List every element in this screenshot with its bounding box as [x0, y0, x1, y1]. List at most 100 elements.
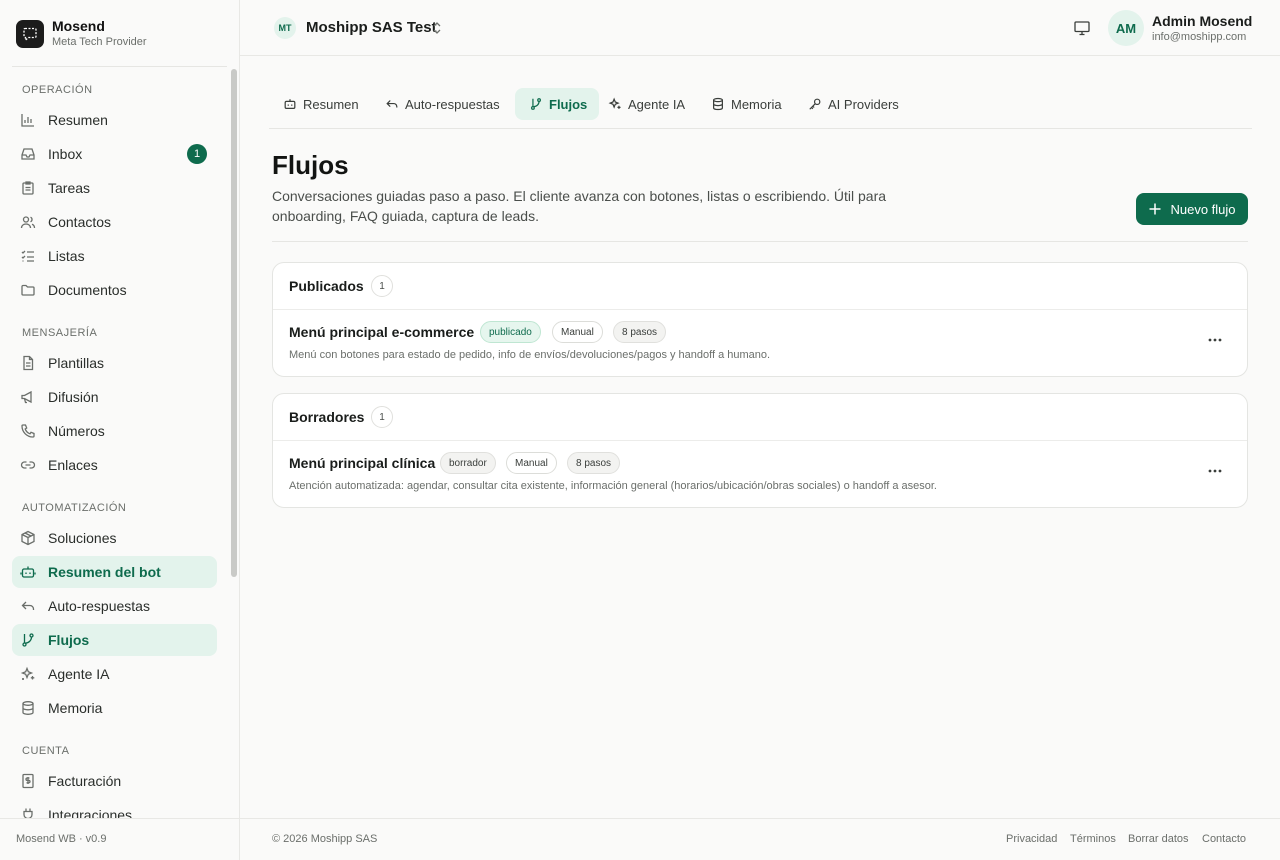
bot-icon: [20, 564, 36, 580]
tab-ai-providers[interactable]: AI Providers: [794, 88, 911, 120]
tab-resumen[interactable]: Resumen: [269, 88, 371, 120]
sidebar-item-flujos[interactable]: Flujos: [12, 624, 217, 656]
sidebar-item-difusion[interactable]: Difusión: [12, 381, 217, 413]
megaphone-icon: [20, 389, 36, 405]
trigger-badge: Manual: [552, 321, 603, 343]
reply-icon: [20, 598, 36, 614]
inbox-icon: [20, 146, 36, 162]
flow-name[interactable]: Menú principal e-commerce: [289, 324, 474, 340]
chat-square-icon: [16, 19, 44, 48]
flow-description: Atención automatizada: agendar, consulta…: [289, 480, 937, 492]
trigger-badge: Manual: [506, 452, 557, 474]
sidebar-item-documentos[interactable]: Documentos: [12, 274, 217, 306]
sidebar-item-label: Plantillas: [48, 355, 105, 371]
checklist-icon: [20, 248, 36, 264]
sparkles-icon: [20, 666, 36, 682]
brand-name: Mosend: [52, 18, 105, 34]
org-avatar[interactable]: MT: [274, 17, 296, 39]
tab-label: Resumen: [303, 96, 359, 112]
sidebar-item-facturacion[interactable]: Facturación: [12, 765, 217, 797]
sidebar-item-tareas[interactable]: Tareas: [12, 172, 217, 204]
sidebar-item-memoria[interactable]: Memoria: [12, 692, 217, 724]
flow-row[interactable]: Menú principal e-commerce publicado Manu…: [273, 310, 1247, 376]
sidebar-item-resumen-del-bot[interactable]: Resumen del bot: [12, 556, 217, 588]
sidebar-item-label: Tareas: [48, 180, 91, 196]
footer-link-borrar-datos[interactable]: Borrar datos: [1128, 833, 1189, 845]
sidebar-item-enlaces[interactable]: Enlaces: [12, 449, 217, 481]
sidebar-item-soluciones[interactable]: Soluciones: [12, 522, 217, 554]
tab-flujos[interactable]: Flujos: [515, 88, 600, 120]
monitor-icon[interactable]: [1073, 19, 1091, 42]
clipboard-icon: [20, 180, 36, 196]
sidebar-item-inbox[interactable]: Inbox 1: [12, 138, 217, 170]
user-email: info@moshipp.com: [1152, 31, 1247, 43]
receipt-icon: [20, 773, 36, 789]
group-title: Borradores: [289, 409, 365, 425]
group-header: Publicados 1: [273, 263, 1247, 310]
user-name[interactable]: Admin Mosend: [1152, 13, 1252, 29]
sidebar-item-label: Auto-respuestas: [48, 598, 150, 614]
sidebar-item-numeros[interactable]: Números: [12, 415, 217, 447]
unread-badge: 1: [187, 144, 207, 164]
org-switcher-name[interactable]: Moshipp SAS Test: [306, 19, 437, 36]
package-icon: [20, 530, 36, 546]
database-icon: [711, 97, 725, 111]
folder-icon: [20, 282, 36, 298]
sidebar-item-label: Soluciones: [48, 530, 117, 546]
sidebar-scrollbar[interactable]: [231, 69, 237, 577]
topbar: MT Moshipp SAS Test AM Admin Mosend info…: [240, 0, 1280, 56]
sidebar-nav: OPERACIÓN Resumen Inbox 1 Tareas Contact…: [0, 67, 230, 822]
sidebar-item-agente-ia[interactable]: Agente IA: [12, 658, 217, 690]
sidebar-item-label: Difusión: [48, 389, 99, 405]
sidebar-item-label: Contactos: [48, 214, 112, 230]
sidebar-item-plantillas[interactable]: Plantillas: [12, 347, 217, 379]
tab-label: Agente IA: [628, 96, 686, 112]
tab-auto-respuestas[interactable]: Auto-respuestas: [371, 88, 512, 120]
sidebar-item-label: Inbox: [48, 146, 83, 162]
section-label-cuenta: CUENTA: [22, 745, 70, 757]
sidebar-footer: Mosend WB · v0.9: [0, 818, 239, 860]
phone-icon: [20, 423, 36, 439]
section-label-mensajeria: MENSAJERÍA: [22, 327, 98, 339]
sidebar-item-label: Memoria: [48, 700, 103, 716]
more-horizontal-icon[interactable]: [1201, 330, 1229, 350]
bar-chart-icon: [20, 112, 36, 128]
sidebar-item-label: Resumen del bot: [48, 564, 161, 580]
group-count-badge: 1: [371, 406, 393, 428]
footer-link-contacto[interactable]: Contacto: [1202, 833, 1246, 845]
steps-badge: 8 pasos: [567, 452, 621, 474]
app-version: Mosend WB · v0.9: [16, 833, 107, 845]
status-badge: publicado: [480, 321, 541, 343]
footer-link-privacidad[interactable]: Privacidad: [1006, 833, 1057, 845]
section-label-operacion: OPERACIÓN: [22, 84, 93, 96]
new-flow-button[interactable]: Nuevo flujo: [1136, 193, 1248, 225]
key-icon: [808, 97, 822, 111]
user-avatar[interactable]: AM: [1108, 10, 1144, 46]
more-horizontal-icon[interactable]: [1201, 461, 1229, 481]
sidebar-item-label: Enlaces: [48, 457, 98, 473]
flow-name[interactable]: Menú principal clínica: [289, 455, 435, 471]
tab-label: Auto-respuestas: [405, 96, 500, 112]
git-branch-icon: [20, 632, 36, 648]
sidebar-item-listas[interactable]: Listas: [12, 240, 217, 272]
bot-tabs: Resumen Auto-respuestas Flujos Agente IA…: [269, 88, 1252, 129]
brand[interactable]: Mosend Meta Tech Provider: [16, 18, 147, 49]
sidebar-item-label: Resumen: [48, 112, 108, 128]
new-flow-label: Nuevo flujo: [1170, 201, 1236, 217]
flow-row[interactable]: Menú principal clínica borrador Manual 8…: [273, 441, 1247, 507]
sparkles-icon: [608, 97, 622, 111]
sidebar-item-label: Números: [48, 423, 105, 439]
tab-memoria[interactable]: Memoria: [697, 88, 794, 120]
sidebar-item-label: Documentos: [48, 282, 127, 298]
tab-agente-ia[interactable]: Agente IA: [594, 88, 697, 120]
footer-link-terminos[interactable]: Términos: [1070, 833, 1116, 845]
sidebar-item-resumen[interactable]: Resumen: [12, 104, 217, 136]
chevrons-up-down-icon[interactable]: [430, 20, 444, 41]
users-icon: [20, 214, 36, 230]
brand-subtitle: Meta Tech Provider: [52, 36, 147, 48]
steps-badge: 8 pasos: [613, 321, 667, 343]
sidebar-item-contactos[interactable]: Contactos: [12, 206, 217, 238]
sidebar-item-auto-respuestas[interactable]: Auto-respuestas: [12, 590, 217, 622]
plus-icon: [1148, 202, 1162, 216]
git-branch-icon: [529, 97, 543, 111]
